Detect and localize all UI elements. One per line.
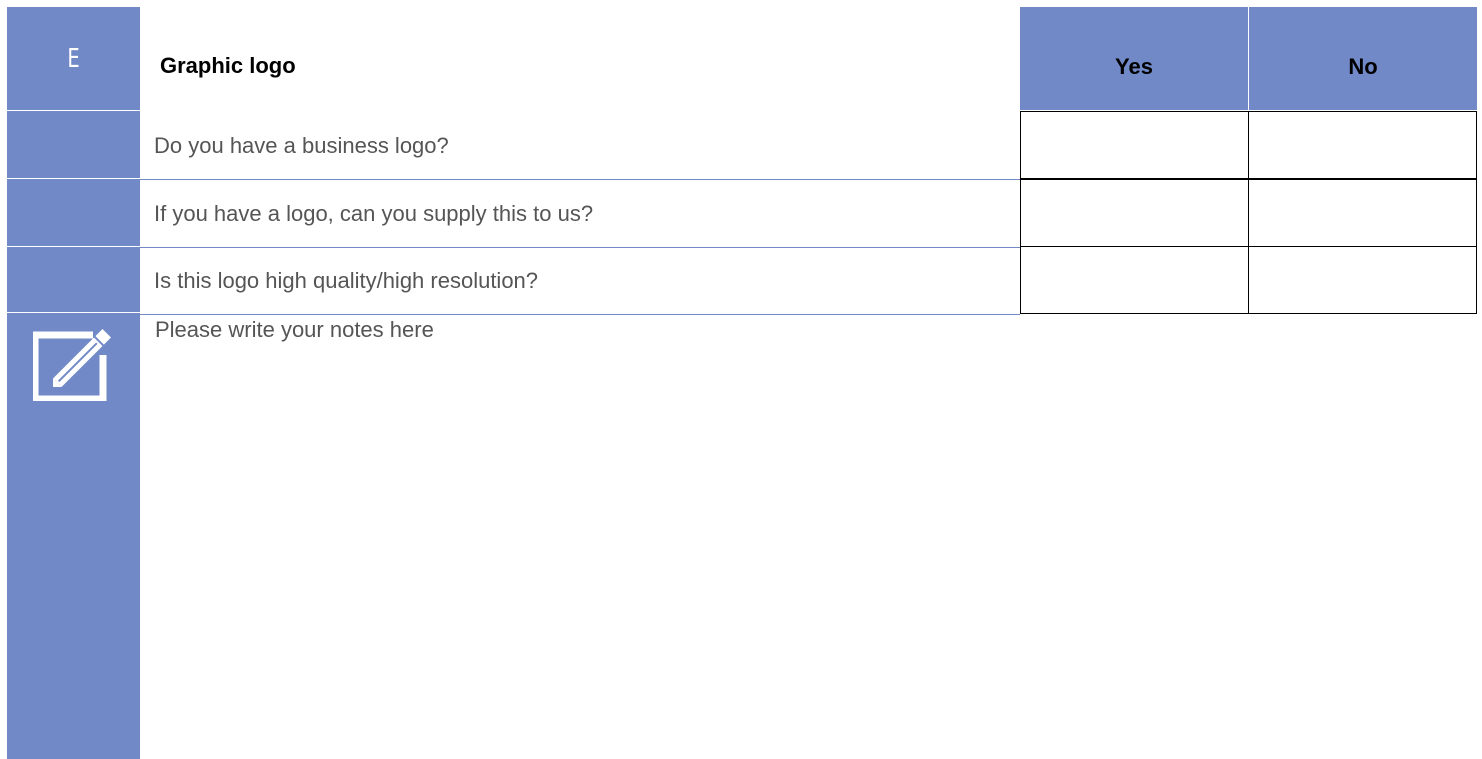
section-header: Graphic logo Yes No — [140, 7, 1477, 110]
question-text: If you have a logo, can you supply this … — [154, 201, 594, 226]
answer-no-cell[interactable] — [1248, 179, 1477, 247]
column-header-no: No — [1249, 7, 1477, 110]
answer-no-cell[interactable] — [1248, 111, 1477, 179]
questionnaire-section: E Graphic logo Yes No Do you have a busi… — [7, 7, 1477, 759]
section-sidebar: E — [7, 7, 140, 759]
question-row: Do you have a business logo? — [140, 111, 1477, 180]
answer-yes-cell[interactable] — [1020, 179, 1249, 247]
answer-no-cell[interactable] — [1248, 246, 1477, 314]
section-title: Graphic logo — [160, 53, 296, 78]
question-row: Is this logo high quality/high resolutio… — [140, 246, 1477, 315]
question-text: Is this logo high quality/high resolutio… — [154, 268, 539, 293]
edit-notes-icon — [33, 329, 111, 401]
section-letter: E — [67, 43, 80, 74]
answer-yes-cell[interactable] — [1020, 111, 1249, 179]
question-text: Do you have a business logo? — [154, 133, 449, 158]
notes-field[interactable]: Please write your notes here — [155, 317, 434, 343]
sidebar-row-cell — [7, 247, 140, 313]
row-divider — [140, 314, 1020, 315]
question-row: If you have a logo, can you supply this … — [140, 179, 1477, 248]
answer-yes-cell[interactable] — [1020, 246, 1249, 314]
column-header-yes: Yes — [1020, 7, 1248, 110]
sidebar-row-cell — [7, 111, 140, 179]
sidebar-row-cell — [7, 179, 140, 247]
